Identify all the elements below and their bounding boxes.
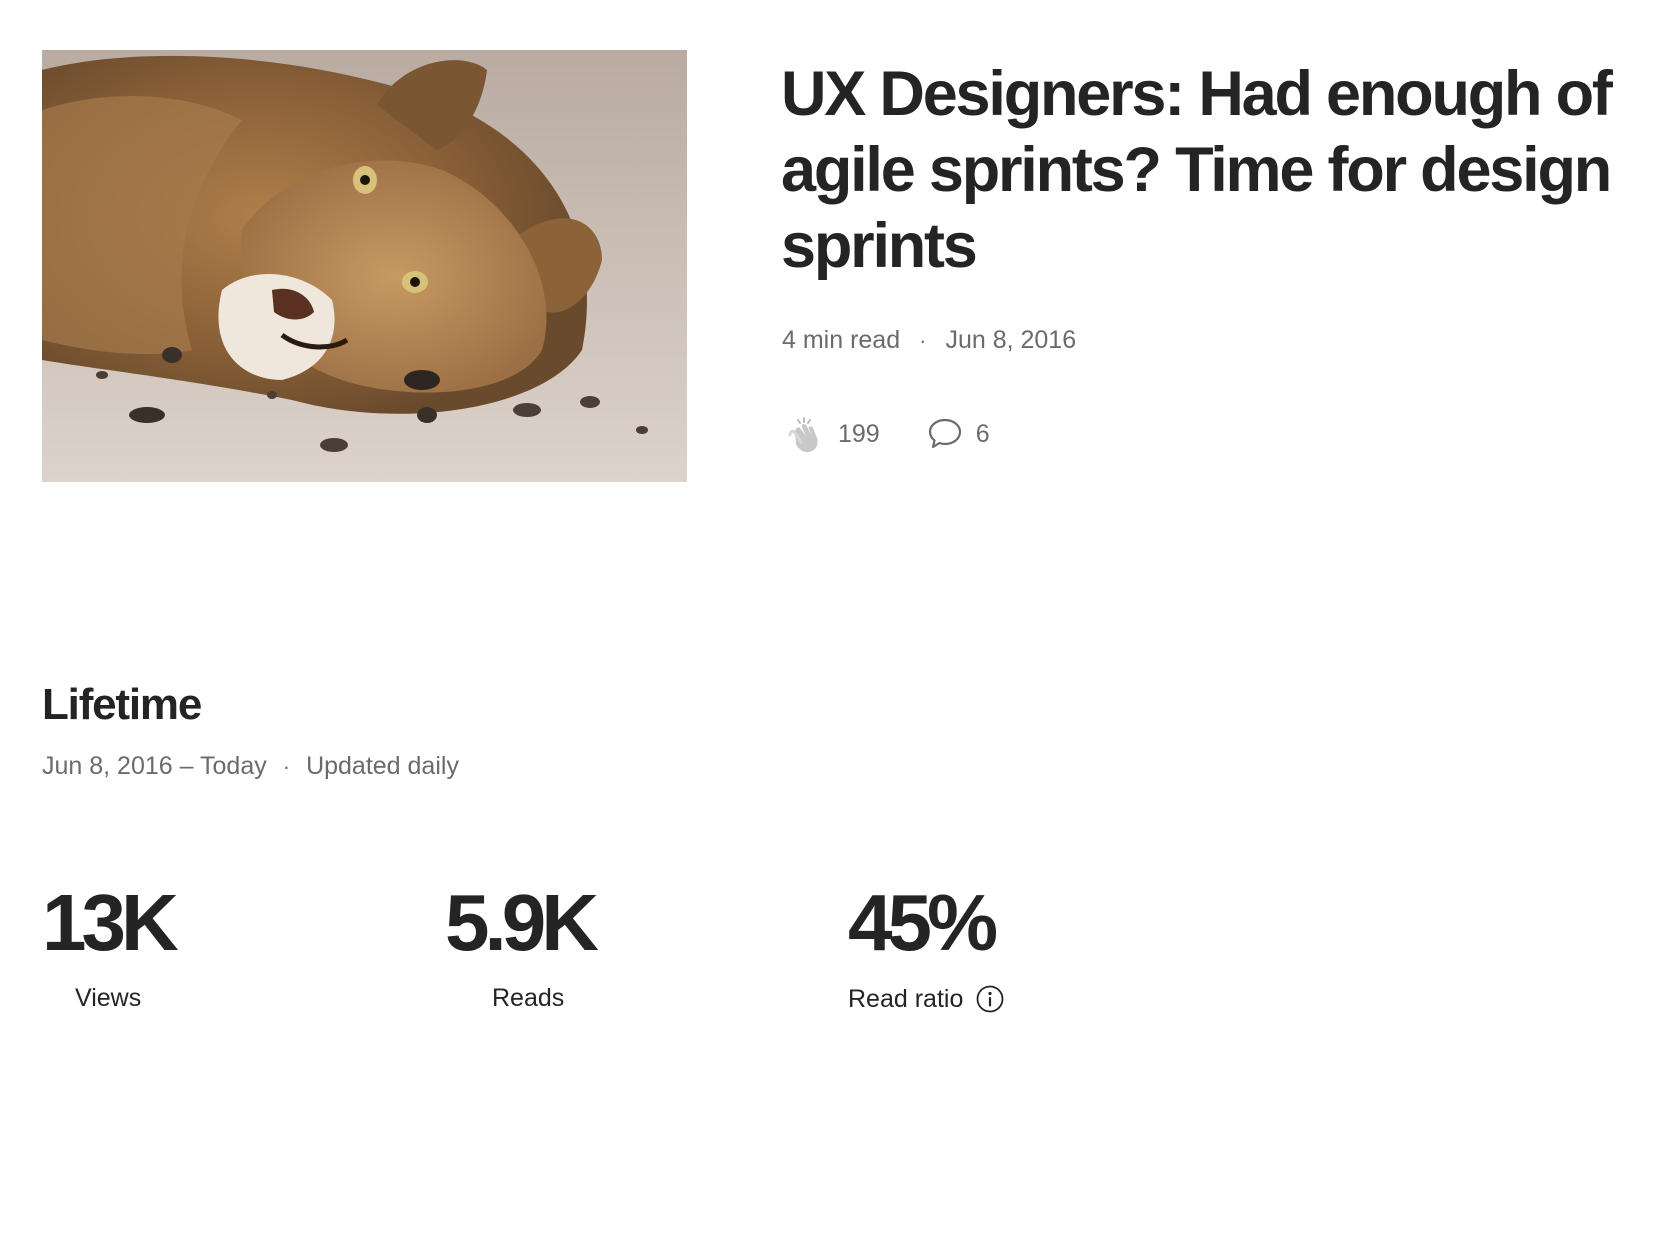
reads-label: Reads [492, 984, 565, 1012]
read-time: 4 min read [782, 326, 901, 354]
update-frequency: Updated daily [306, 752, 459, 780]
claps-count-item: 199 [782, 412, 880, 456]
lion-photo [42, 50, 687, 482]
responses-count-item[interactable]: 6 [880, 415, 990, 453]
info-icon[interactable] [975, 984, 1005, 1014]
read-ratio-label: Read ratio [848, 984, 964, 1013]
story-hero-image[interactable] [42, 50, 687, 482]
lifetime-heading: Lifetime [42, 680, 202, 729]
response-bubble-icon [928, 418, 961, 449]
views-label: Views [75, 984, 142, 1012]
publish-date: Jun 8, 2016 [945, 326, 1077, 354]
read-ratio-label-row: Read ratio [848, 984, 1005, 1014]
range-separator: · [282, 753, 291, 779]
date-range-row: Jun 8, 2016 – Today · Updated daily [42, 752, 459, 781]
reads-value: 5.9K [445, 878, 599, 967]
stat-views: 13K Views [42, 876, 179, 1013]
story-title[interactable]: UX Designers: Had enough of agile sprint… [781, 56, 1641, 284]
engagement-row: 199 6 [782, 412, 990, 456]
story-meta: 4 min read · Jun 8, 2016 [782, 326, 1076, 355]
read-ratio-value: 45% [848, 878, 998, 967]
clap-icon [788, 417, 818, 453]
meta-separator: · [919, 327, 927, 353]
views-value: 13K [42, 878, 179, 967]
claps-count: 199 [838, 419, 880, 448]
date-range: Jun 8, 2016 – Today [42, 752, 267, 780]
stat-read-ratio: 45% Read ratio [848, 876, 1005, 1014]
stat-reads: 5.9K Reads [445, 876, 599, 1013]
responses-count: 6 [975, 419, 990, 448]
